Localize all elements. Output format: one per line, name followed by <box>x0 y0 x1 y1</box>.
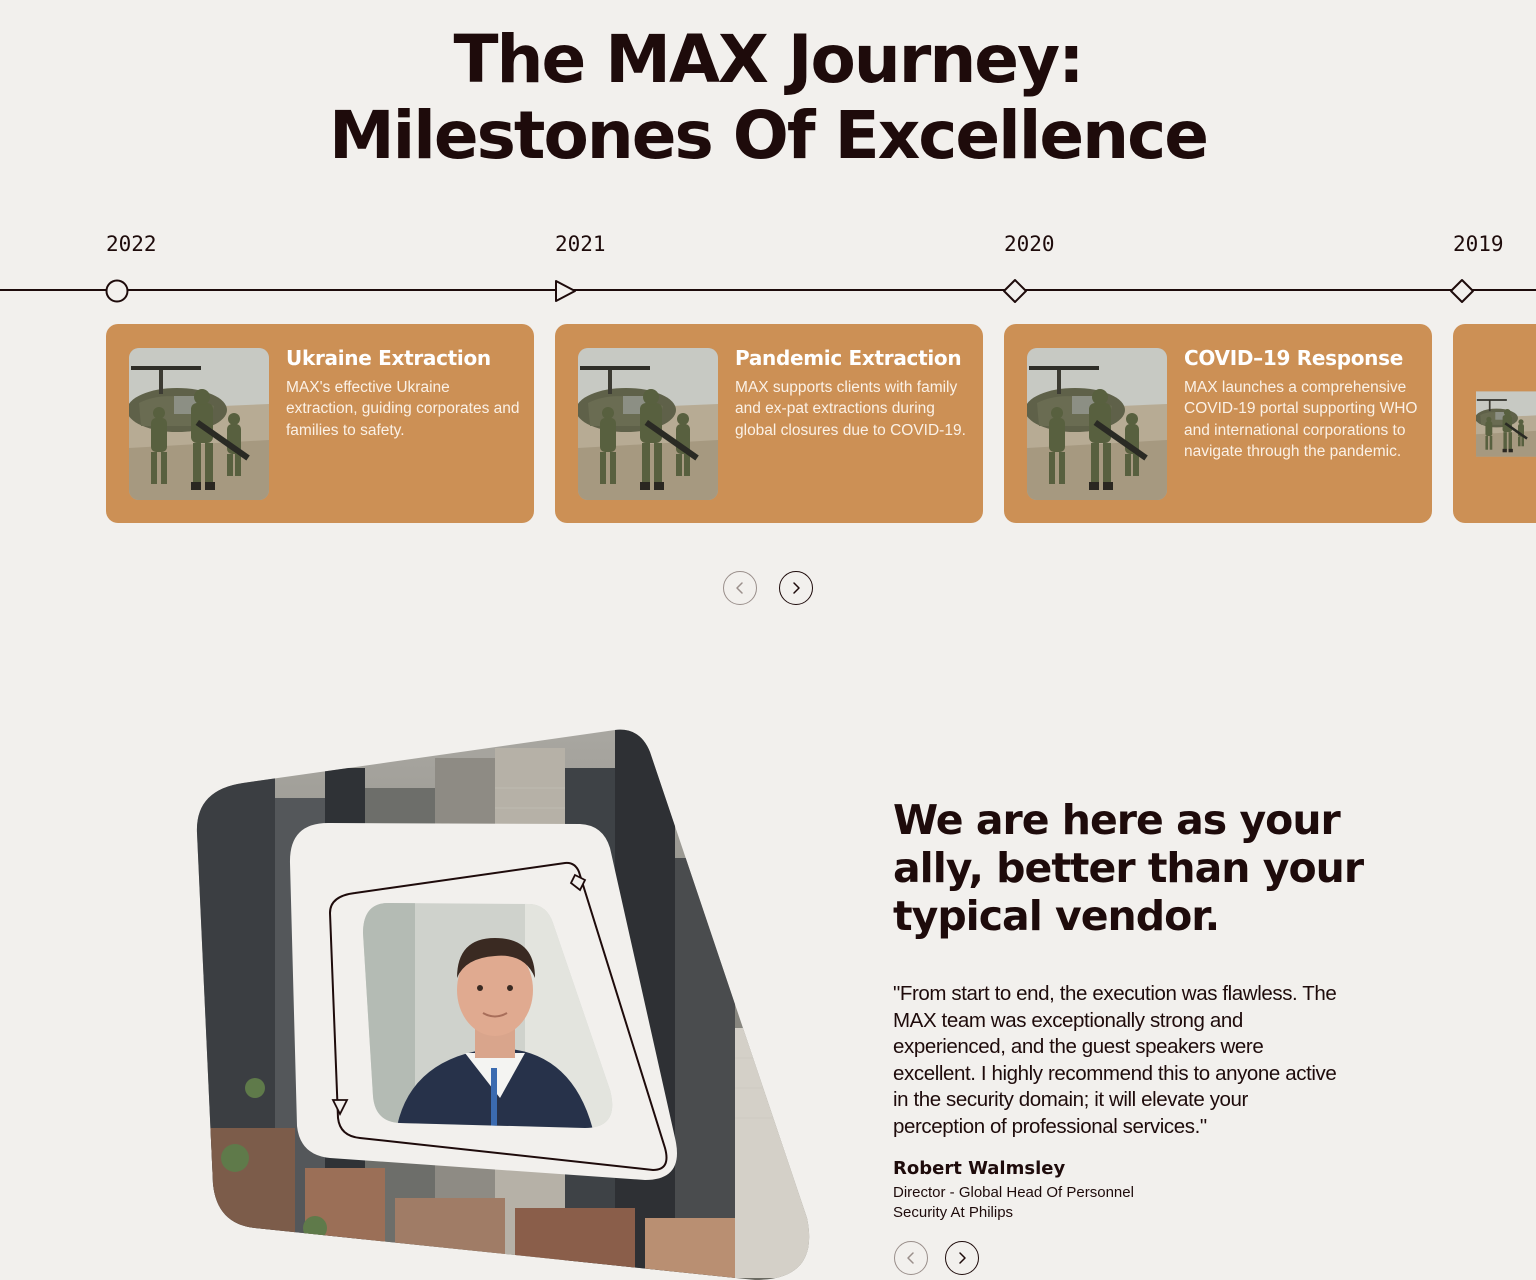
milestone-card-partial <box>1453 324 1536 523</box>
diamond-marker-icon <box>1450 279 1474 303</box>
milestone-title: Pandemic Extraction <box>735 346 962 370</box>
year-label: 2019 <box>1453 232 1504 256</box>
milestone-photo <box>1476 348 1536 500</box>
chevron-right-icon <box>793 582 800 594</box>
milestone-description: MAX launches a comprehensive COVID-19 po… <box>1184 379 1418 460</box>
milestone-photo <box>578 348 718 500</box>
milestone-title: COVID–19 Response <box>1184 346 1403 370</box>
testimonial-role: Director - Global Head Of Personnel Secu… <box>893 1184 1134 1221</box>
milestone-description: MAX's effective Ukraine extraction, guid… <box>286 379 520 439</box>
testimonial-quote: "From start to end, the execution was fl… <box>893 982 1337 1138</box>
testimonial-author: Robert Walmsley <box>893 1158 1066 1179</box>
milestone-card: COVID–19 Response MAX launches a compreh… <box>1004 324 1432 523</box>
testimonial-headline: We are here as your ally, better than yo… <box>893 796 1364 940</box>
milestone-title: Ukraine Extraction <box>286 346 491 370</box>
timeline-next-button[interactable] <box>779 571 813 605</box>
milestone-description: MAX supports clients with family and ex-… <box>735 379 966 439</box>
chevron-left-icon <box>736 582 743 594</box>
testimonial-image-frame <box>196 729 810 1280</box>
section-title-line2: Milestones Of Excellence <box>328 97 1209 174</box>
timeline-prev-button[interactable] <box>723 571 757 605</box>
triangle-marker-icon <box>555 280 576 302</box>
year-label: 2022 <box>106 232 157 256</box>
testimonial-next-button[interactable] <box>945 1241 979 1275</box>
testimonial-prev-button[interactable] <box>894 1241 928 1275</box>
milestone-photo <box>1027 348 1167 500</box>
year-label: 2021 <box>555 232 606 256</box>
year-label: 2020 <box>1004 232 1055 256</box>
circle-marker-icon <box>105 279 129 303</box>
milestone-card: Pandemic Extraction MAX supports clients… <box>555 324 983 523</box>
milestone-card: Ukraine Extraction MAX's effective Ukrai… <box>106 324 534 523</box>
milestone-photo <box>129 348 269 500</box>
chevron-left-icon <box>907 1252 914 1264</box>
chevron-right-icon <box>959 1252 966 1264</box>
timeline-line <box>0 289 1536 291</box>
section-title: The MAX Journey: Milestones Of Excellenc… <box>0 22 1536 174</box>
diamond-marker-icon <box>1003 279 1027 303</box>
section-title-line1: The MAX Journey: <box>453 21 1085 98</box>
